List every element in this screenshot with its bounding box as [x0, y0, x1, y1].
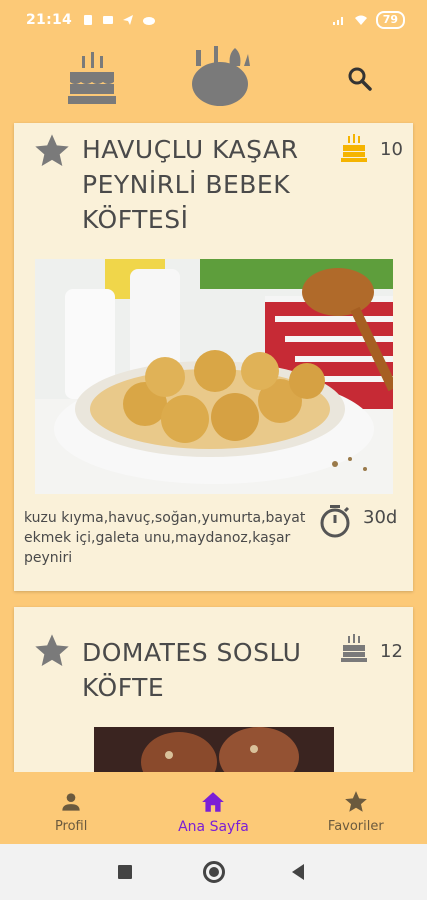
status-bar: 21:14 79 — [0, 0, 427, 40]
cake-icon — [341, 634, 367, 662]
star-icon — [344, 791, 367, 812]
sim-icon — [84, 15, 93, 25]
recipe-title-line: DOMATES SOSLU — [82, 638, 302, 667]
nav-home[interactable]: Ana Sayfa — [142, 772, 284, 844]
cake-icon — [341, 134, 367, 162]
nav-label: Favoriler — [327, 819, 384, 834]
nav-favorites[interactable]: Favoriler — [285, 772, 427, 844]
nav-label: Profil — [54, 819, 88, 834]
gallery-icon — [103, 16, 114, 24]
portion-count: 12 — [380, 641, 403, 662]
recipe-title: HAVUÇLU KAŞAR PEYNİRLİ BEBEK KÖFTESİ — [82, 132, 322, 237]
recipe-title-line: HAVUÇLU KAŞAR — [82, 135, 299, 164]
star-icon[interactable] — [32, 131, 72, 171]
ingredients-text: kuzu kıyma,havuç,soğan,yumurta,bayat ekm… — [24, 510, 306, 566]
recipe-card[interactable]: DOMATES SOSLU KÖFTE 12 — [14, 607, 413, 772]
recipe-title: DOMATES SOSLU KÖFTE — [82, 635, 322, 705]
recipe-title-line: KÖFTESİ — [82, 205, 189, 234]
status-right-icons: 79 — [332, 11, 405, 29]
search-icon[interactable] — [345, 64, 375, 94]
signal-icon — [332, 17, 343, 25]
star-icon[interactable] — [32, 631, 72, 671]
recipe-photo — [35, 259, 393, 494]
cloud-icon — [143, 17, 156, 25]
system-navigation-bar — [0, 844, 427, 900]
status-left-icons — [82, 14, 156, 26]
birthday-cake-icon[interactable] — [66, 50, 118, 106]
nav-label: Ana Sayfa — [178, 819, 249, 835]
recipe-photo — [94, 727, 334, 772]
status-time: 21:14 — [26, 12, 73, 28]
recipe-title-line: KÖFTE — [82, 673, 165, 702]
home-icon — [202, 792, 225, 812]
bottom-navigation: Profil Ana Sayfa Favoriler — [0, 772, 427, 844]
dishes-icon[interactable] — [188, 44, 252, 108]
battery-icon: 79 — [375, 11, 405, 29]
telegram-icon — [123, 15, 134, 25]
recipe-feed[interactable]: HAVUÇLU KAŞAR PEYNİRLİ BEBEK KÖFTESİ 10 — [0, 120, 427, 772]
stopwatch-icon — [320, 505, 350, 538]
home-button[interactable] — [203, 861, 225, 883]
portion-count: 10 — [380, 139, 403, 160]
back-button[interactable] — [292, 864, 304, 880]
recents-button[interactable] — [118, 865, 132, 879]
person-icon — [62, 793, 80, 811]
recipe-card[interactable]: HAVUÇLU KAŞAR PEYNİRLİ BEBEK KÖFTESİ 10 — [14, 123, 413, 591]
recipe-title-line: PEYNİRLİ BEBEK — [82, 170, 291, 199]
cooking-time: 30d — [363, 507, 398, 528]
app-bar — [0, 40, 427, 120]
nav-profile[interactable]: Profil — [0, 772, 142, 844]
wifi-icon — [354, 15, 367, 25]
